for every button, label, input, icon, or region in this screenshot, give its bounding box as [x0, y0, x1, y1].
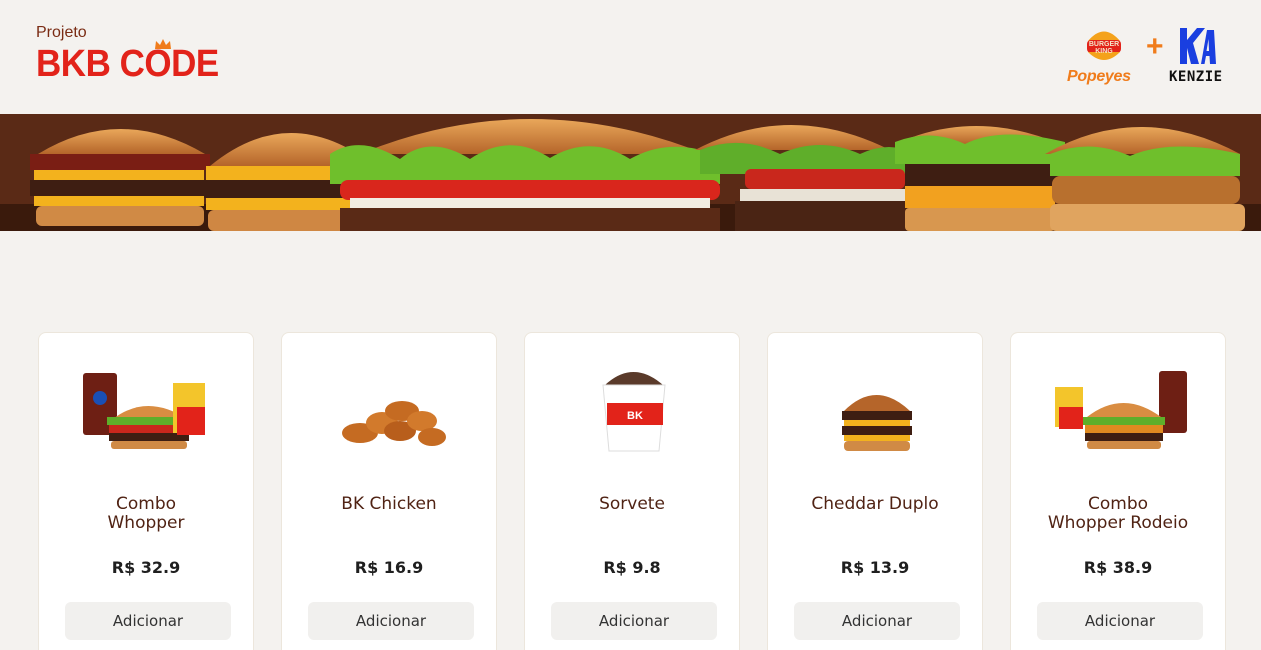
partner-logos: BURGER KING Popeyes + KENZIE	[1067, 24, 1227, 90]
product-card: BK Sorvete R$ 9.8 Adicionar	[524, 332, 740, 650]
product-price: R$ 9.8	[603, 558, 661, 577]
product-card: BK Chicken R$ 16.9 Adicionar	[281, 332, 497, 650]
bk-logo-text-2: KING	[1095, 48, 1113, 55]
product-price: R$ 38.9	[1083, 558, 1153, 577]
product-name: Cheddar Duplo	[811, 494, 939, 514]
add-to-cart-button[interactable]: Adicionar	[65, 602, 231, 640]
bk-logo-text-1: BURGER	[1089, 41, 1119, 48]
combo-whopper-rodeio-image	[1055, 371, 1187, 449]
product-list: Combo Whopper R$ 32.9 Adicionar BK Chick…	[38, 332, 1228, 650]
combo-whopper-image	[83, 373, 205, 449]
add-to-cart-button[interactable]: Adicionar	[308, 602, 474, 640]
svg-text:BK: BK	[627, 410, 643, 422]
plus-sign: +	[1146, 30, 1164, 63]
kenzie-logo-text: KENZIE	[1169, 69, 1223, 85]
add-to-cart-button[interactable]: Adicionar	[1037, 602, 1203, 640]
product-name: Combo Whopper	[107, 494, 185, 533]
brand-logo[interactable]: Projeto BKB CODE	[36, 24, 235, 86]
product-price: R$ 16.9	[354, 558, 424, 577]
kenzie-logo-icon	[1180, 28, 1216, 64]
site-header: Projeto BKB CODE BURGER KING Popeyes + K…	[0, 0, 1261, 114]
product-name: Combo Whopper Rodeio	[1047, 494, 1189, 533]
crown-icon	[155, 39, 171, 49]
product-card: Combo Whopper Rodeio R$ 38.9 Adicionar	[1010, 332, 1226, 650]
product-card: Combo Whopper R$ 32.9 Adicionar	[38, 332, 254, 650]
popeyes-logo: Popeyes	[1067, 68, 1131, 85]
brand-name: BKB CODE	[36, 43, 219, 85]
product-price: R$ 13.9	[840, 558, 910, 577]
add-to-cart-button[interactable]: Adicionar	[794, 602, 960, 640]
sorvete-image: BK	[602, 372, 666, 452]
product-price: R$ 32.9	[111, 558, 181, 577]
brand-prefix: Projeto	[36, 24, 87, 41]
bk-chicken-image	[342, 401, 446, 446]
product-card: Cheddar Duplo R$ 13.9 Adicionar	[767, 332, 983, 650]
add-to-cart-button[interactable]: Adicionar	[551, 602, 717, 640]
burgers-banner	[0, 114, 1261, 231]
burger-king-logo: BURGER KING	[1087, 31, 1121, 60]
burgers-banner-image	[0, 114, 1261, 231]
product-name: Sorvete	[599, 494, 665, 514]
cheddar-duplo-image	[842, 395, 912, 451]
product-name: BK Chicken	[341, 494, 437, 514]
